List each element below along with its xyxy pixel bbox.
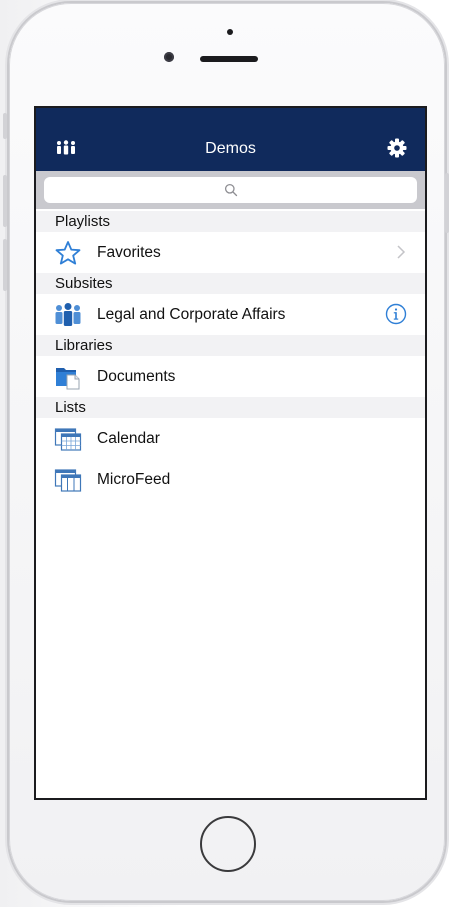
search-icon bbox=[224, 183, 238, 197]
section-header-lists: Lists bbox=[36, 397, 425, 418]
list-item-label: Favorites bbox=[97, 244, 161, 261]
list-item-microfeed[interactable]: MicroFeed bbox=[36, 459, 425, 500]
volume-up-button bbox=[3, 175, 7, 227]
app-screen: Demos Playlists Favorites Subsites Legal… bbox=[34, 106, 427, 800]
mute-switch bbox=[3, 113, 7, 139]
search-input[interactable] bbox=[44, 177, 417, 203]
list-item-calendar[interactable]: Calendar bbox=[36, 418, 425, 459]
list-item-label: Documents bbox=[97, 368, 176, 385]
list-item-favorites[interactable]: Favorites bbox=[36, 232, 425, 273]
document-library-icon bbox=[54, 364, 82, 390]
info-icon[interactable] bbox=[385, 303, 407, 325]
proximity-sensor bbox=[227, 29, 233, 35]
chevron-right-icon bbox=[396, 244, 406, 260]
earpiece-speaker bbox=[200, 56, 258, 62]
page: Demos Playlists Favorites Subsites Legal… bbox=[0, 0, 454, 907]
volume-down-button bbox=[3, 239, 7, 291]
navigation-bar: Demos bbox=[36, 108, 425, 171]
section-header-playlists: Playlists bbox=[36, 211, 425, 232]
list-item-documents[interactable]: Documents bbox=[36, 356, 425, 397]
team-icon bbox=[54, 302, 82, 328]
power-button bbox=[445, 173, 449, 233]
list-item-label: Calendar bbox=[97, 430, 160, 447]
gear-icon[interactable] bbox=[386, 137, 408, 159]
star-outline-icon bbox=[54, 240, 82, 266]
list-item-legal-and-corporate-affairs[interactable]: Legal and Corporate Affairs bbox=[36, 294, 425, 335]
page-title: Demos bbox=[205, 140, 256, 157]
section-header-subsites: Subsites bbox=[36, 273, 425, 294]
section-header-libraries: Libraries bbox=[36, 335, 425, 356]
list-item-label: Legal and Corporate Affairs bbox=[97, 306, 286, 323]
table-list-icon bbox=[54, 467, 82, 493]
list-item-label: MicroFeed bbox=[97, 471, 171, 488]
calendar-list-icon bbox=[54, 426, 82, 452]
front-camera-icon bbox=[164, 52, 174, 62]
search-bar bbox=[36, 171, 425, 209]
home-button[interactable] bbox=[200, 816, 256, 872]
